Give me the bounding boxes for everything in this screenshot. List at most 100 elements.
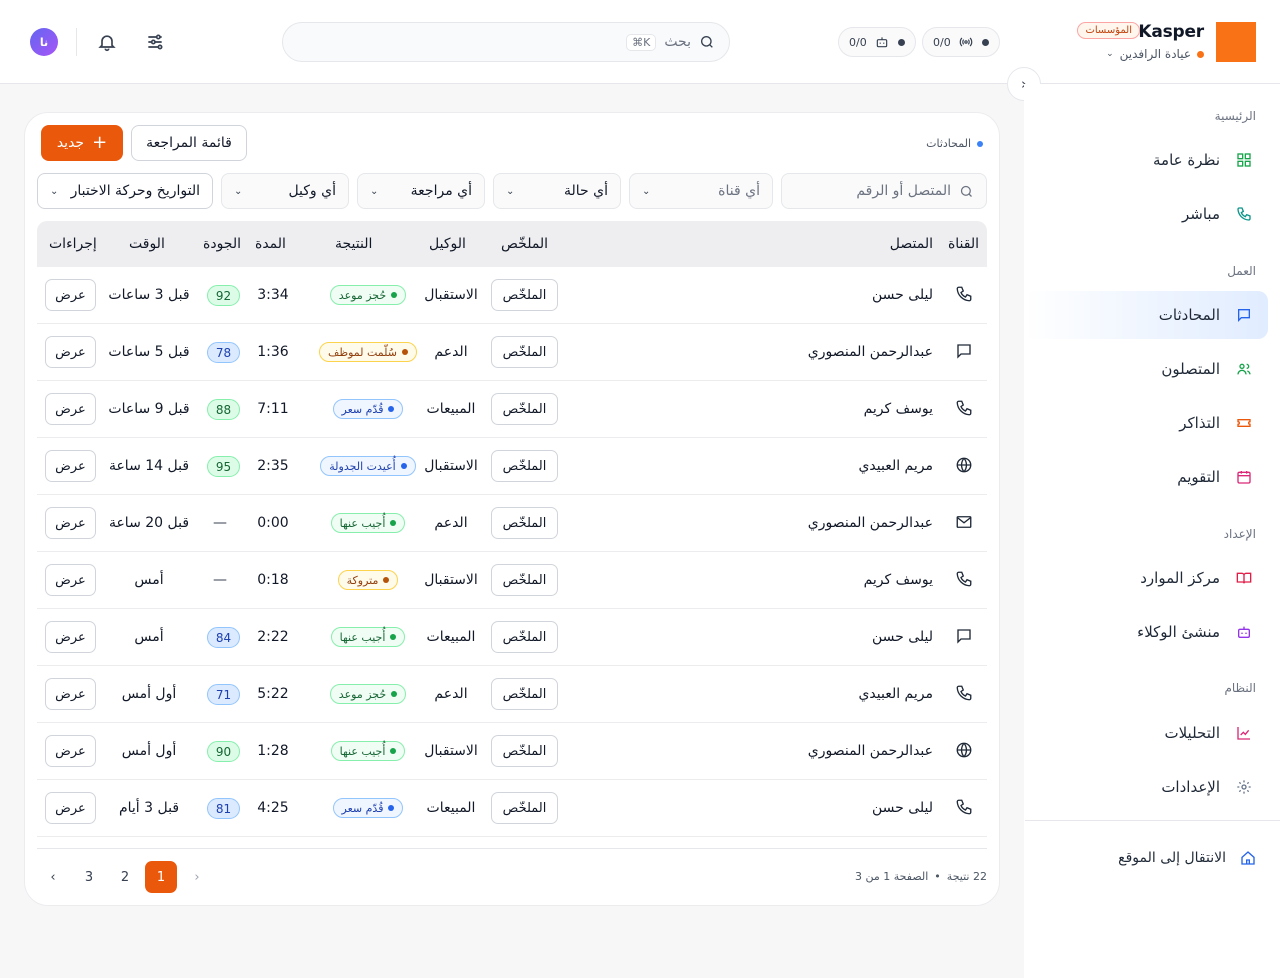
table-row[interactable]: مريم العبيدي الملخّص الاستقبال أُعيدت الجدو… <box>37 438 987 495</box>
live-chats-stat[interactable]: 0/0 <box>838 27 916 57</box>
table-row[interactable]: ليلى حسن الملخّص المبيعات قُدّم سعر 4:25 81 قب… <box>37 780 987 837</box>
result-label: متروكة <box>346 573 379 587</box>
agent-name: الاستقبال <box>424 287 478 303</box>
table-row[interactable]: مريم العبيدي الملخّص الدعم حُجز موعد 5:22 71 أ… <box>37 666 987 723</box>
view-button[interactable]: عرض <box>45 792 96 824</box>
chevron-down-icon: ⌄ <box>50 185 59 197</box>
page-button-2[interactable]: 2 <box>109 861 141 893</box>
sidebar-item-conversations[interactable]: المحادثات <box>1024 291 1268 339</box>
plan-badge: المؤسسات <box>1077 22 1140 39</box>
summary-button[interactable]: الملخّص <box>491 450 558 482</box>
page-button-3[interactable]: 3 <box>73 861 105 893</box>
summary-button[interactable]: الملخّص <box>491 792 558 824</box>
chevron-down-icon: ⌄ <box>1106 49 1114 59</box>
table-row[interactable]: عبدالرحمن المنصوري الملخّص الدعم سُلّمت لمو… <box>37 324 987 381</box>
view-button[interactable]: عرض <box>45 735 96 767</box>
search-icon <box>701 36 713 48</box>
sidebar-item-settings[interactable]: الإعدادات <box>1024 763 1268 811</box>
page-button-1[interactable]: 1 <box>145 861 177 893</box>
sidebar-item-label: التحليلات <box>1164 724 1220 742</box>
agent-name: الدعم <box>434 686 468 702</box>
table-row[interactable]: يوسف كريم الملخّص المبيعات قُدّم سعر 7:11 88 ق… <box>37 381 987 438</box>
search-input[interactable]: بحث ⌘K <box>282 22 730 62</box>
caller-name: ليلى حسن <box>871 629 933 645</box>
view-button[interactable]: عرض <box>45 621 96 653</box>
column-header-channel: القناة <box>947 236 979 252</box>
view-button[interactable]: عرض <box>45 678 96 710</box>
summary-button[interactable]: الملخّص <box>491 678 558 710</box>
globe-icon <box>955 741 973 759</box>
view-button[interactable]: عرض <box>45 450 96 482</box>
result-label: أُجيب عنها <box>339 630 386 644</box>
summary-button[interactable]: الملخّص <box>491 393 558 425</box>
status-select[interactable]: أي حالة ⌄ <box>493 173 621 209</box>
sidebar-item-tickets[interactable]: التذاكر <box>1024 399 1268 447</box>
summary-button[interactable]: الملخّص <box>491 336 558 368</box>
result-dot <box>390 520 397 526</box>
ticket-icon <box>1234 413 1254 433</box>
duration: 7:11 <box>257 401 289 417</box>
summary-button[interactable]: الملخّص <box>491 621 558 653</box>
view-button[interactable]: عرض <box>45 336 96 368</box>
section-title-setup: الإعداد <box>1223 527 1256 541</box>
live-calls-stat[interactable]: 0/0 <box>922 27 1000 57</box>
caller-name: يوسف كريم <box>863 572 933 588</box>
view-button[interactable]: عرض <box>45 279 96 311</box>
prev-page-button[interactable]: ‹ <box>181 861 213 893</box>
caller-search-input[interactable]: المتصل أو الرقم <box>781 173 987 209</box>
sidebar-item-analytics[interactable]: التحليلات <box>1024 709 1268 757</box>
agent-name: الدعم <box>434 515 468 531</box>
agent-name: الاستقبال <box>424 458 478 474</box>
column-header-result: النتيجة <box>335 236 373 252</box>
table-row[interactable]: عبدالرحمن المنصوري الملخّص الدعم أُجيب عنها… <box>37 495 987 552</box>
sidebar-item-agent-builder[interactable]: منشئ الوكلاء <box>1024 608 1268 656</box>
summary-button[interactable]: الملخّص <box>491 735 558 767</box>
channel-select[interactable]: أي قناة ⌄ <box>629 173 773 209</box>
result-label: قُدّم سعر <box>341 801 384 815</box>
sidebar-item-calendar[interactable]: التقويم <box>1024 453 1268 501</box>
dates-select[interactable]: التواريخ وحركة الاختبار ⌄ <box>37 173 213 209</box>
goto-site-link[interactable]: الانتقال إلى الموقع <box>1118 850 1256 866</box>
sidebar-item-callers[interactable]: المتصلون <box>1024 345 1268 393</box>
clinic-name: عيادة الرافدين <box>1119 47 1191 61</box>
agent-select[interactable]: أي وكيل ⌄ <box>221 173 349 209</box>
plus-icon: + <box>92 132 108 153</box>
bell-icon[interactable] <box>95 30 119 54</box>
table-row[interactable]: ليلى حسن الملخّص المبيعات أُجيب عنها 2:22 84 أ… <box>37 609 987 666</box>
sliders-icon[interactable] <box>143 30 167 54</box>
sidebar-item-resources[interactable]: مركز الموارد <box>1024 554 1268 602</box>
sidebar-item-overview[interactable]: نظرة عامة <box>1024 136 1268 184</box>
clinic-switcher[interactable]: عيادة الرافدين ⌄ <box>1106 47 1204 61</box>
next-page-button[interactable]: › <box>37 861 69 893</box>
conversations-card: المحادثات + جديد قائمة المراجعة المتصل أ… <box>24 112 1000 906</box>
table-row[interactable]: يوسف كريم الملخّص الاستقبال متروكة 0:18 — أمس ع… <box>37 552 987 609</box>
sidebar-item-live[interactable]: مباشر <box>1024 190 1268 238</box>
summary-button[interactable]: الملخّص <box>491 279 558 311</box>
review-list-button[interactable]: قائمة المراجعة <box>131 125 247 161</box>
result-dot <box>391 691 398 697</box>
view-button[interactable]: عرض <box>45 393 96 425</box>
divider <box>1025 820 1280 821</box>
summary-button[interactable]: الملخّص <box>491 564 558 596</box>
section-title-home: الرئيسية <box>1214 109 1256 123</box>
summary-button[interactable]: الملخّص <box>491 507 558 539</box>
chat-icon <box>955 342 973 360</box>
quality-badge: 88 <box>207 399 240 420</box>
table-row[interactable]: ليلى حسن الملخّص الاستقبال حُجز موعد 3:34 92 ق… <box>37 267 987 324</box>
sidebar-item-label: المتصلون <box>1161 360 1220 378</box>
mail-icon <box>955 513 973 531</box>
avatar[interactable]: نا <box>30 28 58 56</box>
brand-logo[interactable] <box>1216 22 1256 62</box>
result-label: أُعيدت الجدولة <box>329 459 396 473</box>
section-title-system: النظام <box>1224 681 1256 695</box>
table-row[interactable]: عبدالرحمن المنصوري الملخّص الاستقبال أُجيب … <box>37 723 987 780</box>
new-button[interactable]: + جديد <box>41 125 123 161</box>
caller-search-placeholder: المتصل أو الرقم <box>856 183 951 199</box>
agent-name: الدعم <box>434 344 468 360</box>
result-dot <box>383 577 390 583</box>
quality-badge: 71 <box>207 684 240 705</box>
review-select[interactable]: أي مراجعة ⌄ <box>357 173 485 209</box>
view-button[interactable]: عرض <box>45 564 96 596</box>
view-button[interactable]: عرض <box>45 507 96 539</box>
duration: 1:28 <box>257 743 289 759</box>
